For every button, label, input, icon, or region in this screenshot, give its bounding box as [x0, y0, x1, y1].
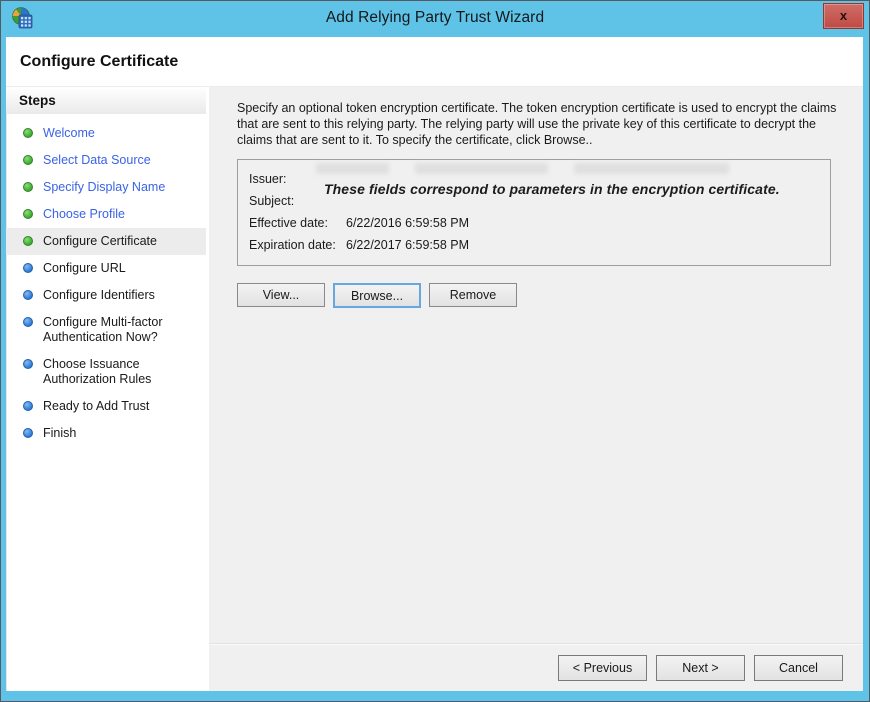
browse-button[interactable]: Browse...: [333, 283, 421, 308]
page-header: Configure Certificate: [6, 37, 863, 87]
view-button[interactable]: View...: [237, 283, 325, 307]
steps-header: Steps: [6, 87, 206, 114]
step-choose-issuance-rules: Choose Issuance Authorization Rules: [6, 351, 206, 393]
close-button[interactable]: x: [823, 3, 864, 29]
next-button[interactable]: Next >: [656, 655, 745, 681]
completed-bullet-icon: [23, 128, 33, 138]
step-configure-mfa: Configure Multi-factor Authentication No…: [6, 309, 206, 351]
wizard-frame: Configure Certificate Steps Welcome Sele…: [6, 37, 863, 691]
previous-button[interactable]: < Previous: [558, 655, 647, 681]
pending-bullet-icon: [23, 401, 33, 411]
certificate-field-row: Expiration date: 6/22/2017 6:59:58 PM: [249, 234, 820, 256]
step-choose-profile[interactable]: Choose Profile: [6, 201, 206, 228]
remove-button[interactable]: Remove: [429, 283, 517, 307]
pending-bullet-icon: [23, 263, 33, 273]
step-configure-certificate: Configure Certificate: [6, 228, 206, 255]
page-description: Specify an optional token encryption cer…: [237, 100, 837, 148]
current-bullet-icon: [23, 236, 33, 246]
pending-bullet-icon: [23, 317, 33, 327]
completed-bullet-icon: [23, 155, 33, 165]
certificate-annotation: These fields correspond to parameters in…: [324, 181, 824, 197]
page-title: Configure Certificate: [20, 53, 178, 71]
certificate-field-row: Effective date: 6/22/2016 6:59:58 PM: [249, 212, 820, 234]
steps-sidebar: Steps Welcome Select Data Source Specify…: [6, 87, 209, 691]
title-bar: Add Relying Party Trust Wizard x: [1, 1, 869, 37]
step-specify-display-name[interactable]: Specify Display Name: [6, 174, 206, 201]
main-pane: Specify an optional token encryption cer…: [209, 87, 863, 691]
window-title: Add Relying Party Trust Wizard: [1, 1, 869, 37]
pending-bullet-icon: [23, 359, 33, 369]
completed-bullet-icon: [23, 182, 33, 192]
wizard-footer: < Previous Next > Cancel: [209, 643, 863, 691]
step-ready-to-add-trust: Ready to Add Trust: [6, 393, 206, 420]
certificate-details-box: These fields correspond to parameters in…: [237, 159, 831, 266]
step-configure-identifiers: Configure Identifiers: [6, 282, 206, 309]
certificate-actions: View... Browse... Remove: [237, 283, 839, 308]
steps-list: Welcome Select Data Source Specify Displ…: [6, 114, 206, 447]
step-welcome[interactable]: Welcome: [6, 120, 206, 147]
step-select-data-source[interactable]: Select Data Source: [6, 147, 206, 174]
wizard-window: Add Relying Party Trust Wizard x Configu…: [0, 0, 870, 702]
step-finish: Finish: [6, 420, 206, 447]
cancel-button[interactable]: Cancel: [754, 655, 843, 681]
completed-bullet-icon: [23, 209, 33, 219]
pending-bullet-icon: [23, 290, 33, 300]
pending-bullet-icon: [23, 428, 33, 438]
step-configure-url: Configure URL: [6, 255, 206, 282]
redacted-issuer-smudge: [316, 163, 746, 174]
